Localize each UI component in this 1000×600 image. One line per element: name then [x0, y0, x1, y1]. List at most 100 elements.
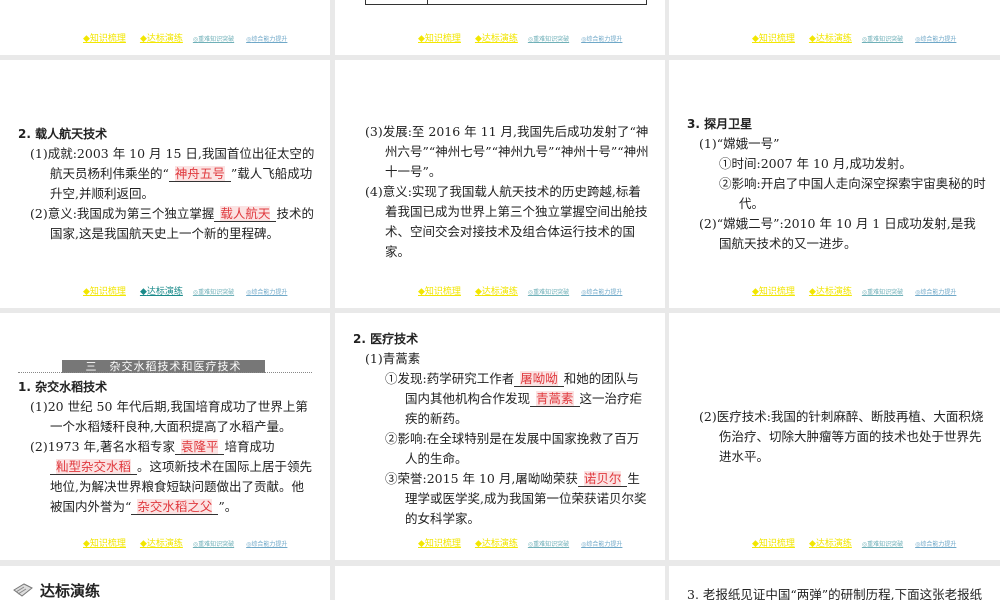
- slide-thumbnail[interactable]: (2)医疗技术:我国的针刺麻醉、断肢再植、大面积烧伤治疗、切除大肿瘤等方面的技术…: [669, 313, 1000, 560]
- nav-knowledge[interactable]: ◆知识梳理: [83, 284, 126, 297]
- nav-practice[interactable]: ◆达标演练: [140, 536, 183, 549]
- nav-key-points[interactable]: ◎重难知识突破: [193, 287, 234, 296]
- nav-knowledge[interactable]: ◆知识梳理: [83, 536, 126, 549]
- divider: [18, 372, 312, 373]
- paragraph: ②影响:在全球特别是在发展中国家挽救了百万人的生命。: [385, 431, 640, 466]
- nav-key-points[interactable]: ◎重难知识突破: [528, 539, 569, 548]
- nav-knowledge[interactable]: ◆知识梳理: [418, 284, 461, 297]
- paragraph: (2)1973 年,著名水稻专家 袁隆平 培育成功籼型杂交水稻 。这项新技术在国际上居…: [18, 437, 316, 517]
- slide-content: (2)医疗技术:我国的针刺麻醉、断肢再植、大面积烧伤治疗、切除大肿瘤等方面的技术…: [687, 407, 986, 467]
- paragraph: ③荣誉:2015 年 10 月,屠呦呦荣获 诺贝尔 生理学或医学奖,成为我国第一位荣…: [353, 469, 651, 529]
- nav-key-points[interactable]: ◎重难知识突破: [193, 539, 234, 548]
- paragraph: ①时间:2007 年 10 月,成功发射。: [719, 156, 912, 171]
- slide-nav: ◆知识梳理 ◆达标演练 ◎重难知识突破 ◎综合能力提升: [83, 284, 287, 297]
- table-bottom-edge: [365, 0, 647, 5]
- slide-thumbnail[interactable]: 3. 老报纸见证中国“两弹”的研制历程,下面这张老报纸: [669, 566, 1000, 600]
- nav-ability[interactable]: ◎综合能力提升: [581, 287, 622, 296]
- slide-nav: ◆知识梳理 ◆达标演练 ◎重难知识突破 ◎综合能力提升: [752, 284, 956, 297]
- text: (2)意义:我国成为第三个独立掌握: [30, 206, 215, 221]
- nav-key-points[interactable]: ◎重难知识突破: [193, 34, 234, 43]
- slide-nav: ◆知识梳理 ◆达标演练 ◎重难知识突破 ◎综合能力提升: [83, 31, 287, 44]
- slide-thumbnail[interactable]: ◆知识梳理 ◆达标演练 ◎重难知识突破 ◎综合能力提升: [669, 0, 1000, 55]
- answer-blank: 杂交水稻之父: [131, 499, 219, 515]
- nav-practice[interactable]: ◆达标演练: [475, 284, 518, 297]
- section-heading: 2. 载人航天技术: [18, 127, 108, 141]
- nav-ability[interactable]: ◎综合能力提升: [246, 287, 287, 296]
- nav-key-points[interactable]: ◎重难知识突破: [862, 539, 903, 548]
- slide-content: 2. 医疗技术 (1)青蒿素 ①发现:药学研究工作者 屠呦呦 和她的团队与国内其他机…: [353, 329, 651, 529]
- nav-key-points[interactable]: ◎重难知识突破: [528, 34, 569, 43]
- nav-knowledge[interactable]: ◆知识梳理: [752, 31, 795, 44]
- nav-practice[interactable]: ◆达标演练: [140, 31, 183, 44]
- nav-ability[interactable]: ◎综合能力提升: [246, 34, 287, 43]
- text: ③荣誉:2015 年 10 月,屠呦呦荣获: [385, 471, 578, 486]
- section-heading: 3. 探月卫星: [687, 117, 753, 131]
- nav-practice[interactable]: ◆达标演练: [140, 284, 183, 297]
- nav-practice[interactable]: ◆达标演练: [475, 31, 518, 44]
- text: (2)1973 年,著名水稻专家: [30, 439, 175, 454]
- slide-thumbnail[interactable]: (3)发展:至 2016 年 11 月,我国先后成功发射了“神州六号”“神州七号…: [335, 60, 665, 308]
- slide-nav: ◆知识梳理 ◆达标演练 ◎重难知识突破 ◎综合能力提升: [752, 536, 956, 549]
- nav-knowledge[interactable]: ◆知识梳理: [752, 284, 795, 297]
- slide-content: 1. 杂交水稻技术 (1)20 世纪 50 年代后期,我国培育成功了世界上第一个…: [18, 377, 316, 517]
- slide-thumbnail[interactable]: 2. 医疗技术 (1)青蒿素 ①发现:药学研究工作者 屠呦呦 和她的团队与国内其他机…: [335, 313, 665, 560]
- nav-knowledge[interactable]: ◆知识梳理: [418, 536, 461, 549]
- nav-key-points[interactable]: ◎重难知识突破: [862, 34, 903, 43]
- paragraph: (1)成就:2003 年 10 月 15 日,我国首位出征太空的航天员杨利伟乘坐…: [18, 144, 316, 204]
- slide-thumbnail[interactable]: 3. 探月卫星 (1)“嫦娥一号” ①时间:2007 年 10 月,成功发射。 …: [669, 60, 1000, 308]
- nav-practice[interactable]: ◆达标演练: [475, 536, 518, 549]
- slide-thumbnail[interactable]: 达标演练: [0, 566, 330, 600]
- practice-heading: 达标演练: [40, 582, 101, 600]
- slide-thumbnail[interactable]: ◆知识梳理 ◆达标演练 ◎重难知识突破 ◎综合能力提升: [0, 0, 330, 55]
- slide-thumbnail[interactable]: 三 杂交水稻技术和医疗技术 1. 杂交水稻技术 (1)20 世纪 50 年代后期…: [0, 313, 330, 560]
- section-heading: 1. 杂交水稻技术: [18, 380, 108, 394]
- nav-knowledge[interactable]: ◆知识梳理: [83, 31, 126, 44]
- paragraph: (3)发展:至 2016 年 11 月,我国先后成功发射了“神州六号”“神州七号…: [365, 124, 649, 179]
- paragraph: (1)20 世纪 50 年代后期,我国培育成功了世界上第一个水稻矮秆良种,大面积…: [30, 399, 308, 434]
- nav-ability[interactable]: ◎综合能力提升: [915, 34, 956, 43]
- answer-blank: 袁隆平: [174, 439, 225, 455]
- slide-nav: ◆知识梳理 ◆达标演练 ◎重难知识突破 ◎综合能力提升: [752, 31, 956, 44]
- nav-key-points[interactable]: ◎重难知识突破: [862, 287, 903, 296]
- paragraph: (1)青蒿素: [365, 351, 421, 366]
- nav-practice[interactable]: ◆达标演练: [809, 284, 852, 297]
- paragraph: (2)医疗技术:我国的针刺麻醉、断肢再植、大面积烧伤治疗、切除大肿瘤等方面的技术…: [699, 409, 984, 464]
- paragraph: (2)“嫦娥二号”:2010 年 10 月 1 日成功发射,是我国航天技术的又一…: [699, 216, 976, 251]
- text: ”。: [218, 499, 238, 514]
- nav-practice[interactable]: ◆达标演练: [809, 536, 852, 549]
- answer-blank: 青蒿素: [530, 391, 580, 407]
- book-icon: [13, 583, 33, 597]
- answer-blank: 诺贝尔: [577, 471, 628, 487]
- section-heading: 2. 医疗技术: [353, 332, 419, 346]
- nav-ability[interactable]: ◎综合能力提升: [581, 34, 622, 43]
- paragraph: ①发现:药学研究工作者 屠呦呦 和她的团队与国内其他机构合作发现 青蒿素 这一治疗疟疾的…: [353, 369, 651, 429]
- slide-content: 3. 探月卫星 (1)“嫦娥一号” ①时间:2007 年 10 月,成功发射。 …: [687, 114, 986, 254]
- nav-knowledge[interactable]: ◆知识梳理: [418, 31, 461, 44]
- answer-blank: 籼型杂交水稻: [50, 459, 138, 475]
- text: 培育成功: [224, 439, 275, 454]
- nav-ability[interactable]: ◎综合能力提升: [915, 539, 956, 548]
- text: ①发现:药学研究工作者: [385, 371, 515, 386]
- nav-practice[interactable]: ◆达标演练: [809, 31, 852, 44]
- answer-blank: 屠呦呦: [514, 371, 564, 387]
- nav-ability[interactable]: ◎综合能力提升: [246, 539, 287, 548]
- nav-knowledge[interactable]: ◆知识梳理: [752, 536, 795, 549]
- question-text: 3. 老报纸见证中国“两弹”的研制历程,下面这张老报纸: [687, 587, 983, 600]
- paragraph: (2)意义:我国成为第三个独立掌握 载人航天 技术的国家,这是我国航天史上一个新的里…: [18, 204, 316, 244]
- nav-ability[interactable]: ◎综合能力提升: [581, 539, 622, 548]
- slide-nav: ◆知识梳理 ◆达标演练 ◎重难知识突破 ◎综合能力提升: [418, 31, 622, 44]
- answer-blank: 神舟五号: [168, 166, 231, 182]
- paragraph: (1)“嫦娥一号”: [699, 136, 780, 151]
- answer-blank: 载人航天: [214, 206, 277, 222]
- slide-nav: ◆知识梳理 ◆达标演练 ◎重难知识突破 ◎综合能力提升: [418, 536, 622, 549]
- paragraph: ②影响:开启了中国人走向深空探索宇宙奥秘的时代。: [719, 176, 986, 211]
- paragraph: (4)意义:实现了我国载人航天技术的历史跨越,标着着我国已成为世界上第三个独立掌…: [365, 184, 648, 259]
- slide-nav: ◆知识梳理 ◆达标演练 ◎重难知识突破 ◎综合能力提升: [418, 284, 622, 297]
- nav-key-points[interactable]: ◎重难知识突破: [528, 287, 569, 296]
- nav-ability[interactable]: ◎综合能力提升: [915, 287, 956, 296]
- slide-thumbnail[interactable]: ◆知识梳理 ◆达标演练 ◎重难知识突破 ◎综合能力提升: [335, 0, 665, 55]
- slide-thumbnail[interactable]: 2. 载人航天技术 (1)成就:2003 年 10 月 15 日,我国首位出征太…: [0, 60, 330, 308]
- slide-thumbnail[interactable]: [335, 566, 665, 600]
- slide-nav: ◆知识梳理 ◆达标演练 ◎重难知识突破 ◎综合能力提升: [83, 536, 287, 549]
- slide-content: (3)发展:至 2016 年 11 月,我国先后成功发射了“神州六号”“神州七号…: [353, 122, 651, 262]
